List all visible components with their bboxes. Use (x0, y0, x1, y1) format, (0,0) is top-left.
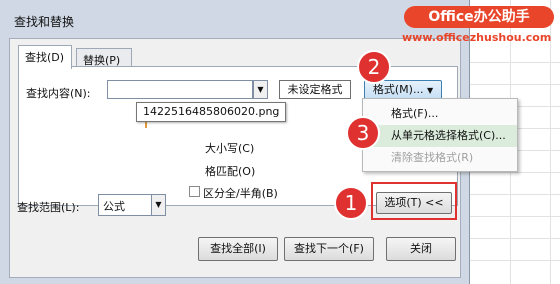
callout-badge-1: 1 (334, 186, 368, 220)
scope-select[interactable]: 公式 (98, 194, 154, 216)
match-width-label[interactable]: 区分全/半角(B) (203, 185, 278, 201)
close-label: 关闭 (410, 242, 432, 255)
format-preview: 未设定格式 (279, 80, 351, 99)
close-button[interactable]: 关闭 (386, 237, 456, 261)
scope-value: 公式 (103, 200, 125, 213)
find-all-button[interactable]: 查找全部(I) (198, 237, 278, 261)
callout-badge-3: 3 (346, 116, 380, 150)
format-button-label: 格式(M)... (372, 83, 424, 96)
find-what-input[interactable] (107, 80, 253, 99)
format-preview-text: 未设定格式 (287, 83, 343, 96)
watermark-logo: Office办公助手 (404, 6, 554, 28)
dropdown-arrow-icon: ▼ (426, 86, 434, 95)
match-width-checkbox[interactable] (189, 186, 200, 197)
find-next-label: 查找下一个(F) (294, 242, 364, 255)
match-cell-label[interactable]: 格匹配(O) (205, 163, 255, 179)
format-menu: 格式(F)... 从单元格选择格式(C)... 清除查找格式(R) (362, 98, 518, 172)
filename-tooltip: 1422516485806020.png (136, 102, 287, 122)
menu-item-format-label: 格式(F)... (391, 107, 439, 120)
match-case-label[interactable]: 大小写(C) (205, 140, 254, 156)
find-what-label: 查找内容(N): (26, 87, 91, 100)
callout-badge-2: 2 (357, 50, 391, 84)
find-all-label: 查找全部(I) (210, 242, 266, 255)
menu-item-clear-format-label: 清除查找格式(R) (391, 151, 474, 164)
tab-find-label: 查找(D) (25, 51, 65, 64)
scope-label: 查找范围(L): (17, 201, 80, 214)
find-history-dropdown[interactable]: ▼ (253, 80, 268, 99)
watermark-url: www.officezhushou.com (402, 31, 552, 44)
menu-item-format[interactable]: 格式(F)... (363, 103, 517, 125)
window-title: 查找和替换 (14, 15, 75, 29)
tab-find[interactable]: 查找(D) (18, 45, 72, 69)
menu-item-clear-format: 清除查找格式(R) (363, 147, 517, 169)
chevron-down-icon: ▼ (155, 200, 162, 209)
menu-item-choose-from-cell[interactable]: 从单元格选择格式(C)... (363, 125, 517, 147)
menu-item-choose-from-cell-label: 从单元格选择格式(C)... (391, 129, 506, 142)
scope-dropdown-arrow[interactable]: ▼ (151, 194, 166, 216)
chevron-down-icon: ▼ (257, 85, 264, 94)
highlight-box-options (371, 182, 457, 220)
tooltip-text: 1422516485806020.png (143, 105, 280, 118)
find-next-button[interactable]: 查找下一个(F) (284, 237, 374, 261)
watermark: Office办公助手 www.officezhushou.com (400, 4, 560, 48)
